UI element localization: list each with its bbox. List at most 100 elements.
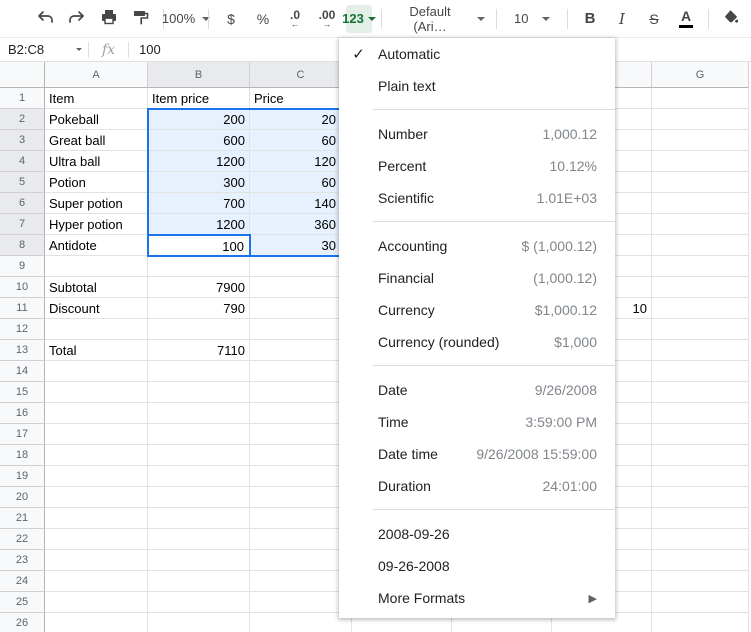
cell-G15[interactable]: [652, 382, 749, 403]
cell-A14[interactable]: [45, 361, 148, 382]
cell-B7[interactable]: 1200: [148, 214, 250, 235]
cell-B2[interactable]: 200: [148, 109, 250, 130]
cell-C25[interactable]: [250, 592, 352, 613]
row-header-1[interactable]: 1: [0, 88, 45, 109]
cell-A26[interactable]: [45, 613, 148, 632]
cell-G23[interactable]: [652, 550, 749, 571]
italic-button[interactable]: I: [609, 6, 635, 32]
cell-C18[interactable]: [250, 445, 352, 466]
column-header-G[interactable]: G: [652, 62, 749, 88]
row-header-24[interactable]: 24: [0, 571, 45, 592]
cell-B6[interactable]: 700: [148, 193, 250, 214]
column-header-A[interactable]: A: [45, 62, 148, 88]
menu-item-accounting[interactable]: Accounting$ (1,000.12): [339, 230, 615, 262]
strikethrough-button[interactable]: S: [641, 6, 667, 32]
cell-C13[interactable]: [250, 340, 352, 361]
name-box[interactable]: B2:C8: [0, 42, 88, 57]
format-percent-button[interactable]: %: [250, 6, 276, 32]
row-header-11[interactable]: 11: [0, 298, 45, 319]
row-header-16[interactable]: 16: [0, 403, 45, 424]
cell-B22[interactable]: [148, 529, 250, 550]
cell-C11[interactable]: [250, 298, 352, 319]
cell-C6[interactable]: 140: [250, 193, 352, 214]
cell-G20[interactable]: [652, 487, 749, 508]
row-header-5[interactable]: 5: [0, 172, 45, 193]
cell-C12[interactable]: [250, 319, 352, 340]
menu-item-09-26-2008[interactable]: 09-26-2008: [339, 550, 615, 582]
cell-C14[interactable]: [250, 361, 352, 382]
cell-A16[interactable]: [45, 403, 148, 424]
row-header-21[interactable]: 21: [0, 508, 45, 529]
cell-C5[interactable]: 60: [250, 172, 352, 193]
menu-item-percent[interactable]: Percent10.12%: [339, 150, 615, 182]
bold-button[interactable]: B: [577, 6, 603, 32]
cell-B1[interactable]: Item price: [148, 88, 250, 109]
cell-G4[interactable]: [652, 151, 749, 172]
cell-G18[interactable]: [652, 445, 749, 466]
cell-B25[interactable]: [148, 592, 250, 613]
cell-A6[interactable]: Super potion: [45, 193, 148, 214]
cell-A1[interactable]: Item: [45, 88, 148, 109]
cell-B8[interactable]: [148, 235, 250, 256]
cell-B23[interactable]: [148, 550, 250, 571]
cell-A13[interactable]: Total: [45, 340, 148, 361]
cell-B3[interactable]: 600: [148, 130, 250, 151]
select-all-corner[interactable]: [0, 62, 45, 88]
cell-G24[interactable]: [652, 571, 749, 592]
cell-A20[interactable]: [45, 487, 148, 508]
cell-A17[interactable]: [45, 424, 148, 445]
row-header-15[interactable]: 15: [0, 382, 45, 403]
cell-B24[interactable]: [148, 571, 250, 592]
row-header-9[interactable]: 9: [0, 256, 45, 277]
menu-item-2008-09-26[interactable]: 2008-09-26: [339, 518, 615, 550]
cell-A3[interactable]: Great ball: [45, 130, 148, 151]
undo-button[interactable]: [32, 6, 58, 32]
cell-C8[interactable]: 30: [250, 235, 352, 256]
row-header-10[interactable]: 10: [0, 277, 45, 298]
cell-B5[interactable]: 300: [148, 172, 250, 193]
cell-A8[interactable]: Antidote: [45, 235, 148, 256]
menu-item-automatic[interactable]: ✓Automatic: [339, 38, 615, 70]
cell-B26[interactable]: [148, 613, 250, 632]
cell-A15[interactable]: [45, 382, 148, 403]
cell-A19[interactable]: [45, 466, 148, 487]
font-select[interactable]: Default (Ari…: [391, 6, 487, 32]
cell-G7[interactable]: [652, 214, 749, 235]
column-header-C[interactable]: C: [250, 62, 352, 88]
cell-G11[interactable]: [652, 298, 749, 319]
cell-B11[interactable]: 790: [148, 298, 250, 319]
decrease-decimal-button[interactable]: .0 ←: [282, 6, 308, 32]
menu-item-date[interactable]: Date9/26/2008: [339, 374, 615, 406]
cell-B9[interactable]: [148, 256, 250, 277]
cell-B18[interactable]: [148, 445, 250, 466]
cell-G12[interactable]: [652, 319, 749, 340]
menu-item-currency-rounded[interactable]: Currency (rounded)$1,000: [339, 326, 615, 358]
cell-B21[interactable]: [148, 508, 250, 529]
row-header-17[interactable]: 17: [0, 424, 45, 445]
column-header-B[interactable]: B: [148, 62, 250, 88]
cell-C17[interactable]: [250, 424, 352, 445]
cell-G5[interactable]: [652, 172, 749, 193]
row-header-22[interactable]: 22: [0, 529, 45, 550]
cell-G13[interactable]: [652, 340, 749, 361]
cell-C24[interactable]: [250, 571, 352, 592]
row-header-20[interactable]: 20: [0, 487, 45, 508]
cell-G19[interactable]: [652, 466, 749, 487]
row-header-7[interactable]: 7: [0, 214, 45, 235]
cell-B19[interactable]: [148, 466, 250, 487]
cell-C23[interactable]: [250, 550, 352, 571]
row-header-2[interactable]: 2: [0, 109, 45, 130]
cell-A7[interactable]: Hyper potion: [45, 214, 148, 235]
cell-C3[interactable]: 60: [250, 130, 352, 151]
row-header-3[interactable]: 3: [0, 130, 45, 151]
fill-color-button[interactable]: [718, 6, 744, 32]
cell-C15[interactable]: [250, 382, 352, 403]
cell-A4[interactable]: Ultra ball: [45, 151, 148, 172]
cell-G21[interactable]: [652, 508, 749, 529]
cell-G9[interactable]: [652, 256, 749, 277]
cell-A23[interactable]: [45, 550, 148, 571]
cell-G25[interactable]: [652, 592, 749, 613]
cell-G6[interactable]: [652, 193, 749, 214]
cell-A11[interactable]: Discount: [45, 298, 148, 319]
cell-A22[interactable]: [45, 529, 148, 550]
